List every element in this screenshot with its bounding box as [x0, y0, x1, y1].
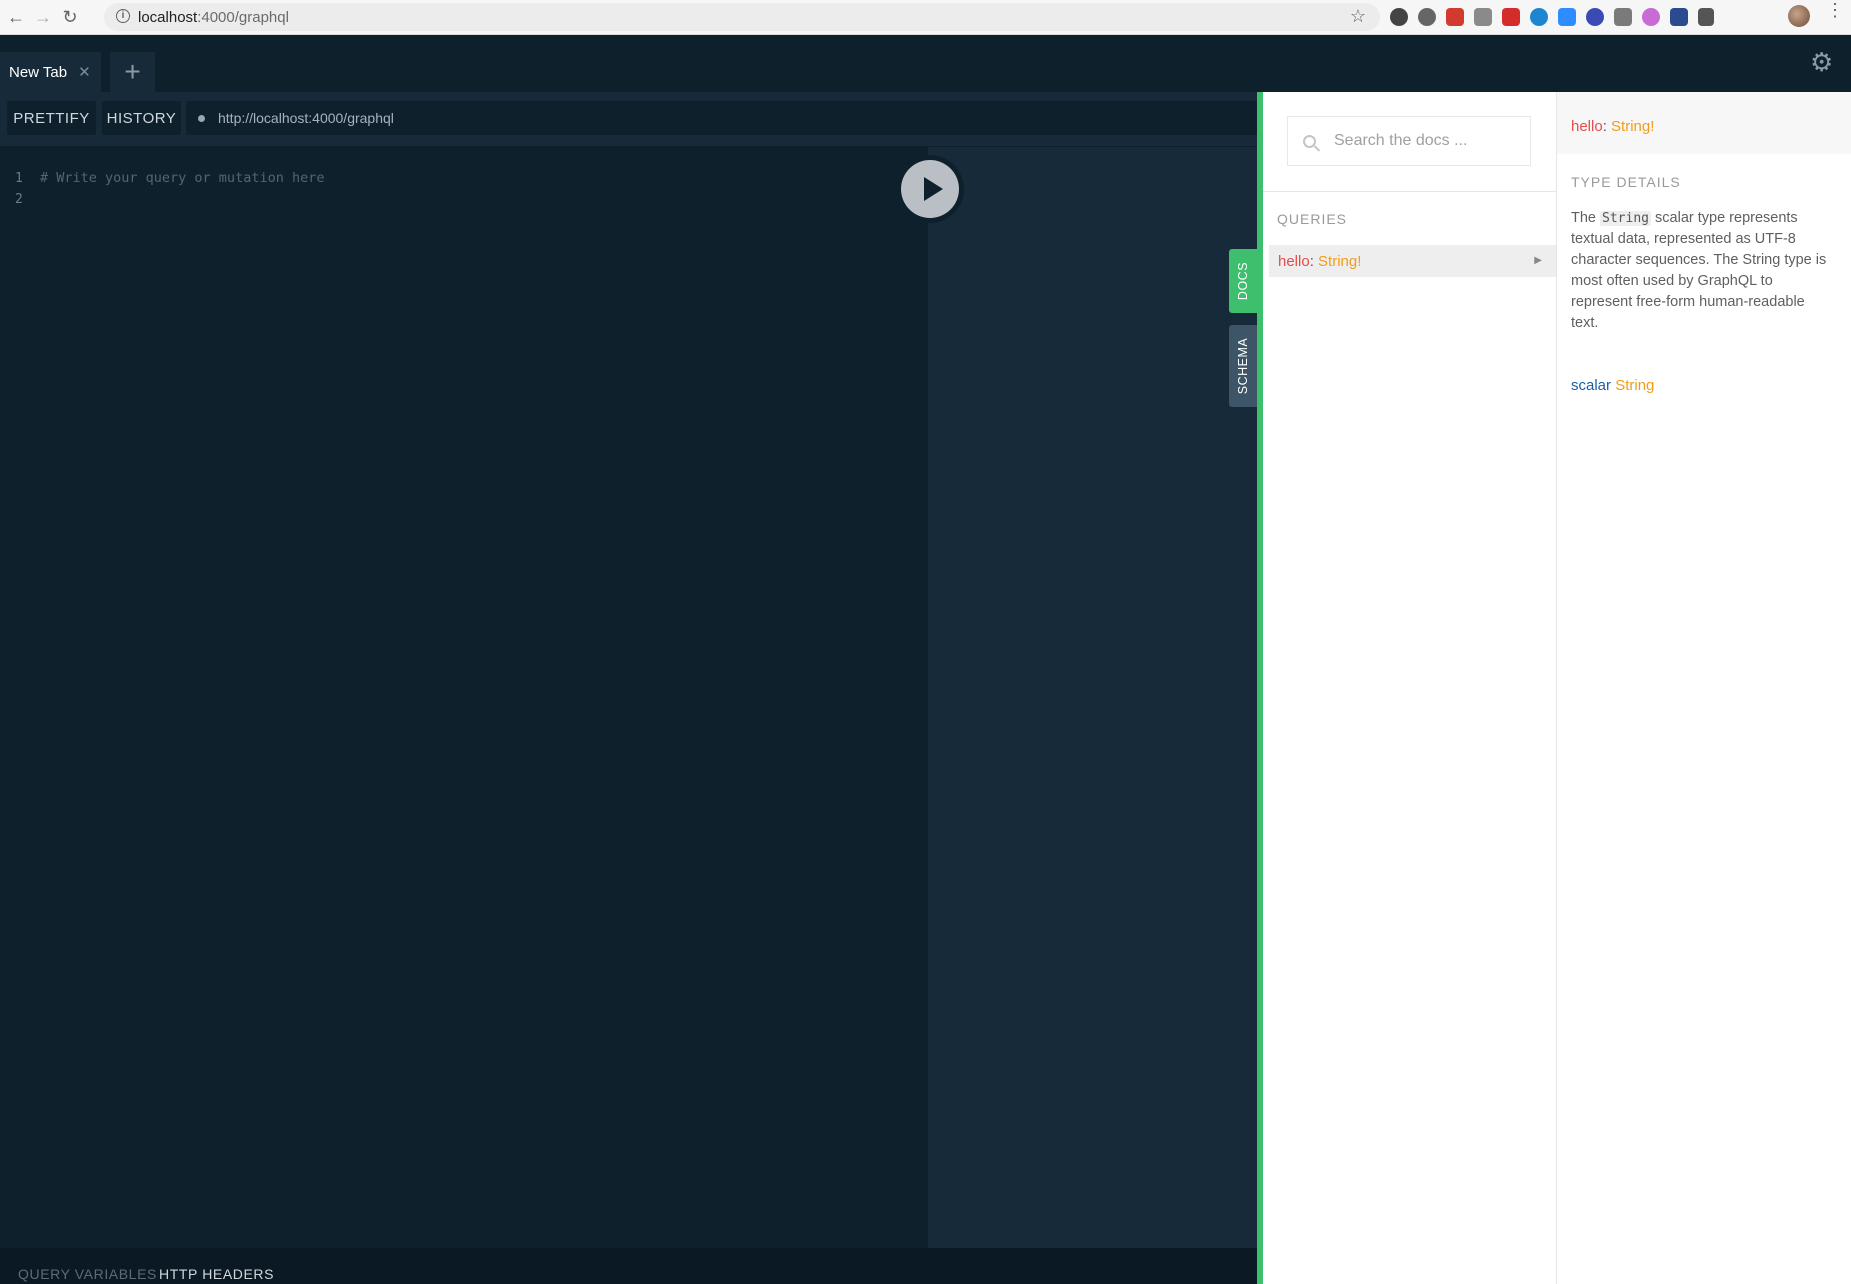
profile-avatar[interactable] [1788, 5, 1810, 27]
editor-placeholder: # Write your query or mutation here [40, 170, 325, 186]
extensions-bar [1390, 6, 1714, 28]
endpoint-url: http://localhost:4000/graphql [218, 110, 394, 126]
kebab-menu-icon[interactable]: ⋮ [1826, 1, 1844, 19]
execute-query-button[interactable] [901, 160, 959, 218]
scalar-definition: scalar String [1571, 377, 1655, 394]
editor-toolbar: PRETTIFY HISTORY http://localhost:4000/g… [0, 92, 1257, 147]
divider [1263, 191, 1556, 192]
extension-icon[interactable] [1670, 8, 1688, 26]
info-icon[interactable]: i [116, 9, 130, 23]
address-bar[interactable]: i localhost:4000/graphql ☆ [104, 3, 1380, 31]
query-item-hello[interactable]: hello: String! ▶ [1269, 245, 1556, 277]
tab-label: New Tab [9, 63, 68, 81]
playground-tab-bar: New Tab ✕ + [0, 35, 1851, 92]
tab-query-variables[interactable]: QUERY VARIABLES [18, 1266, 157, 1282]
extension-icon[interactable] [1502, 8, 1520, 26]
line-numbers: 1 2 [15, 171, 23, 207]
forward-arrow-icon[interactable]: → [32, 6, 54, 28]
bookmark-star-icon[interactable]: ☆ [1350, 6, 1366, 27]
type-details-panel: hello: String! TYPE DETAILS The String s… [1557, 92, 1851, 1284]
type-link[interactable]: String! [1611, 118, 1654, 135]
result-pane[interactable] [928, 147, 1257, 1248]
extension-icon[interactable] [1446, 8, 1464, 26]
extension-icon[interactable] [1530, 8, 1548, 26]
details-header: hello: String! [1557, 92, 1851, 154]
reload-icon[interactable]: ↻ [59, 6, 81, 28]
schema-side-tab[interactable]: SCHEMA [1229, 325, 1257, 407]
extension-icon[interactable] [1390, 8, 1408, 26]
type-details-heading: TYPE DETAILS [1571, 174, 1681, 190]
docs-search[interactable] [1287, 116, 1531, 166]
history-button[interactable]: HISTORY [102, 101, 181, 135]
type-description: The String scalar type represents textua… [1571, 210, 1827, 331]
play-icon [923, 177, 943, 201]
variables-headers-bar: QUERY VARIABLES HTTP HEADERS [0, 1248, 1257, 1284]
docs-side-tab[interactable]: DOCS [1229, 249, 1257, 313]
endpoint-input[interactable]: http://localhost:4000/graphql [186, 101, 1257, 135]
docs-panel: QUERIES hello: String! ▶ [1263, 92, 1557, 1284]
extension-icon[interactable] [1586, 8, 1604, 26]
extension-icon[interactable] [1614, 8, 1632, 26]
tab-http-headers[interactable]: HTTP HEADERS [159, 1266, 274, 1282]
extension-icon[interactable] [1474, 8, 1492, 26]
search-icon [1303, 134, 1316, 148]
add-tab-button[interactable]: + [110, 52, 155, 92]
extension-icon[interactable] [1418, 8, 1436, 26]
extension-icon[interactable] [1558, 8, 1576, 26]
tab-new-tab[interactable]: New Tab ✕ [0, 52, 101, 92]
field-signature: hello: String! [1571, 118, 1655, 135]
status-dot-icon [198, 114, 205, 122]
queries-heading: QUERIES [1277, 211, 1348, 227]
prettify-button[interactable]: PRETTIFY [7, 101, 96, 135]
back-arrow-icon[interactable]: ← [5, 6, 27, 28]
close-icon[interactable]: ✕ [78, 63, 91, 81]
extension-icon[interactable] [1698, 8, 1714, 26]
query-editor[interactable]: 1 2 # Write your query or mutation here [0, 147, 928, 1248]
docs-search-input[interactable] [1332, 131, 1506, 151]
browser-toolbar: ← → ↻ i localhost:4000/graphql ☆ ⋮ [0, 0, 1851, 35]
settings-gear-icon[interactable]: ⚙ [1810, 49, 1833, 75]
chevron-right-icon: ▶ [1534, 255, 1542, 266]
extension-icon[interactable] [1642, 8, 1660, 26]
address-url[interactable]: localhost:4000/graphql [138, 9, 289, 26]
